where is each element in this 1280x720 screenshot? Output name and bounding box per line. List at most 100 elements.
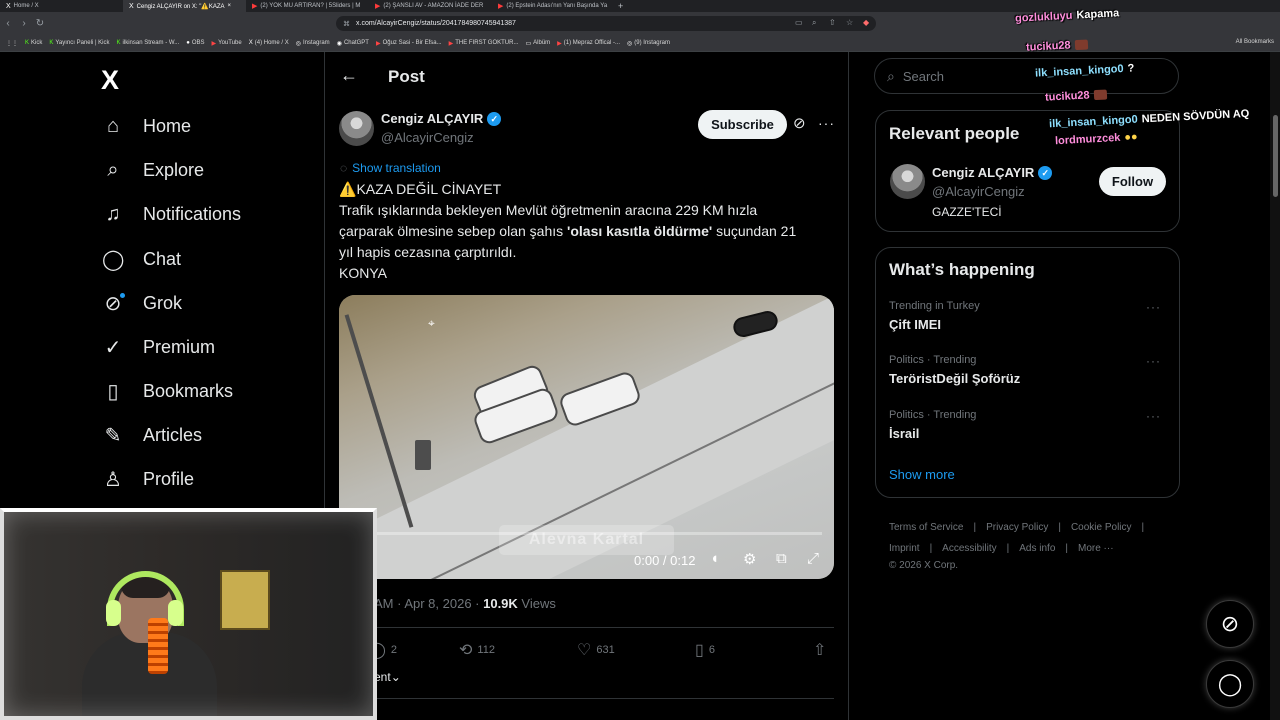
trend-category: Trending in Turkey: [889, 300, 980, 312]
repost-button[interactable]: ⟲ 112: [459, 640, 495, 660]
author-handle[interactable]: @AlcayirCengiz: [381, 130, 474, 145]
cast-icon[interactable]: ▭: [795, 18, 803, 27]
browser-tab-youtube-2[interactable]: ▶ (2) ŞANSLI AV - AMAZON İADE DER: [369, 0, 492, 12]
address-url[interactable]: x.com/AlcayirCengiz/status/2041784980745…: [356, 20, 516, 27]
more-icon[interactable]: ···: [818, 115, 835, 131]
volume-icon[interactable]: ◖: [710, 550, 719, 567]
browser-tab-youtube-3[interactable]: ▶ (2) Epstein Adası'nın Yanı Başında Ya: [492, 0, 615, 12]
bookmark-x-home[interactable]: X (4) Home / X: [249, 40, 289, 46]
picture-in-picture-icon[interactable]: ⧉: [776, 550, 787, 567]
trend-item[interactable]: Politics · Trending İsrail ···: [889, 409, 1169, 441]
nav-explore[interactable]: ⌕ Explore: [102, 148, 204, 192]
back-arrow-icon[interactable]: ←: [340, 65, 358, 86]
extension-icon[interactable]: ◆: [863, 18, 869, 27]
page-info-icon[interactable]: ⌘: [343, 20, 350, 28]
author-avatar[interactable]: [339, 111, 374, 146]
browser-tab-youtube-1[interactable]: ▶ (2) YOK MU ARTIRAN? | 5Sliders | M: [246, 0, 369, 12]
share-icon[interactable]: ⇧: [829, 18, 836, 27]
chat-text: ?: [1127, 62, 1135, 75]
bookmark-oguz-sasi[interactable]: ▶ Oğuz Sasi - Bir Efsa...: [376, 40, 442, 47]
youtube-icon: ▶: [211, 40, 217, 47]
nav-bookmarks[interactable]: ▯ Bookmarks: [102, 369, 233, 413]
bookmark-first-goktur[interactable]: ▶ THE FIRST GOKTUR...: [449, 40, 519, 47]
bookmark-ilkinsan[interactable]: Kilkinsan Stream - W...: [117, 40, 180, 46]
follow-button[interactable]: Follow: [1099, 167, 1166, 196]
tweet-text: ⚠️KAZA DEĞİL CİNAYET Trafik ışıklarında …: [339, 179, 844, 284]
trend-item[interactable]: Politics · Trending TeröristDeğil Şoförüz…: [889, 354, 1169, 386]
fullscreen-icon[interactable]: ⤢: [807, 550, 819, 567]
new-tab-button[interactable]: +: [618, 1, 623, 11]
more-icon[interactable]: ···: [1146, 409, 1161, 423]
warning-icon: ⚠️: [339, 181, 357, 197]
share-button[interactable]: ⇧: [813, 640, 831, 660]
show-translation-link[interactable]: ◌ Show translation: [340, 161, 441, 175]
nav-grok[interactable]: ⊘ Grok: [102, 281, 182, 325]
page-scrollbar[interactable]: [1270, 52, 1280, 720]
bookmark-obs[interactable]: ● OBS: [186, 40, 204, 46]
bookmark-instagram-9[interactable]: ◎ (9) Instagram: [627, 40, 670, 47]
footer-link[interactable]: Privacy Policy: [986, 522, 1048, 533]
bookmark-label: YouTube: [218, 40, 242, 46]
video-progress-track[interactable]: [351, 532, 822, 535]
grok-icon[interactable]: ⊘: [793, 114, 806, 132]
footer-separator: |: [1006, 543, 1010, 554]
relevant-person-avatar[interactable]: [890, 164, 925, 199]
nav-home[interactable]: ⌂ Home: [102, 104, 191, 148]
post-header: ← Post: [325, 52, 848, 101]
bookmark-chatgpt[interactable]: ◉ ChatGPT: [337, 40, 369, 47]
chat-floating-button[interactable]: ◯: [1206, 660, 1254, 708]
bookmark-youtube[interactable]: ▶ YouTube: [212, 40, 242, 47]
relevant-person-handle[interactable]: @AlcayirCengiz: [932, 184, 1025, 199]
chat-text: NEDEN SÖVDÜN AQ: [1141, 107, 1250, 126]
author-name[interactable]: Cengiz ALÇAYIR ✓: [381, 111, 502, 126]
reply-sort-dropdown[interactable]: ent⌄: [374, 670, 401, 684]
bell-icon: ♫: [105, 202, 121, 225]
footer-link[interactable]: Cookie Policy: [1071, 522, 1132, 533]
trend-item[interactable]: Trending in Turkey Çift IMEI ···: [889, 300, 1169, 332]
nav-articles[interactable]: ✎ Articles: [102, 413, 202, 457]
nav-chat[interactable]: ◯ Chat: [102, 237, 181, 281]
bookmark-album[interactable]: ▭ Albüm: [525, 40, 550, 47]
more-icon[interactable]: ···: [1146, 354, 1161, 368]
browser-tab-post[interactable]: X Cengiz ALÇAYIR on X: "⚠️KAZA ×: [123, 0, 246, 12]
tweet-line-1: ⚠️KAZA DEĞİL CİNAYET: [339, 179, 844, 200]
page-title: Post: [388, 67, 425, 86]
apps-icon[interactable]: ⋮⋮: [6, 40, 18, 47]
footer-link[interactable]: Ads info: [1019, 543, 1055, 554]
back-icon[interactable]: ‹: [0, 18, 16, 29]
bookmark-label: Albüm: [533, 40, 551, 46]
relevant-person-name[interactable]: Cengiz ALÇAYIR ✓: [932, 165, 1053, 180]
nav-notifications[interactable]: ♫ Notifications: [102, 192, 242, 236]
close-icon[interactable]: ×: [228, 3, 232, 9]
zoom-icon[interactable]: ⌕: [812, 18, 816, 28]
footer-link[interactable]: More ···: [1078, 543, 1114, 554]
video-player[interactable]: Alevna Kartal 0:00 / 0:12 ◖ ⚙ ⧉ ⤢: [339, 295, 834, 579]
bookmark-star-icon[interactable]: ☆: [846, 18, 853, 27]
footer-link[interactable]: Accessibility: [942, 543, 996, 554]
reply-count: 2: [390, 644, 398, 656]
footer-link[interactable]: Terms of Service: [889, 522, 963, 533]
subscribe-button[interactable]: Subscribe: [698, 110, 787, 139]
browser-tab-home[interactable]: X Home / X: [0, 0, 123, 12]
bookmark-kick[interactable]: K Kick: [25, 40, 42, 46]
nav-profile[interactable]: ♙ Profile: [102, 457, 194, 501]
bookmark-button[interactable]: ▯ 6: [695, 640, 715, 660]
grok-floating-button[interactable]: ⊘: [1206, 600, 1254, 648]
more-icon[interactable]: ···: [1146, 300, 1161, 314]
post-column: ← Post Cengiz ALÇAYIR ✓ @AlcayirCengiz Su…: [325, 52, 848, 720]
show-more-link[interactable]: Show more: [889, 467, 955, 482]
bookmark-mepraz[interactable]: ▶ (1) Mepraz Offical -...: [557, 40, 620, 47]
footer-link[interactable]: Imprint: [889, 543, 920, 554]
whats-happening-panel: What’s happening Trending in Turkey Çift …: [875, 247, 1180, 498]
tweet-line-2: Trafik ışıklarında bekleyen Mevlüt öğret…: [339, 202, 758, 218]
settings-icon[interactable]: ⚙: [743, 550, 756, 568]
nav-premium[interactable]: ✓ Premium: [102, 325, 215, 369]
forward-icon[interactable]: ›: [16, 18, 32, 29]
x-logo[interactable]: X: [101, 65, 119, 96]
like-button[interactable]: ♡ 631: [577, 640, 615, 660]
webcam-overlay: [0, 508, 377, 720]
post-date[interactable]: AM · Apr 8, 2026 ·: [374, 596, 483, 611]
bookmark-instagram[interactable]: ◎ Instagram: [296, 40, 330, 47]
reload-icon[interactable]: ↻: [32, 18, 48, 29]
bookmark-kick-panel[interactable]: K Yayıncı Paneli | Kick: [49, 40, 109, 46]
